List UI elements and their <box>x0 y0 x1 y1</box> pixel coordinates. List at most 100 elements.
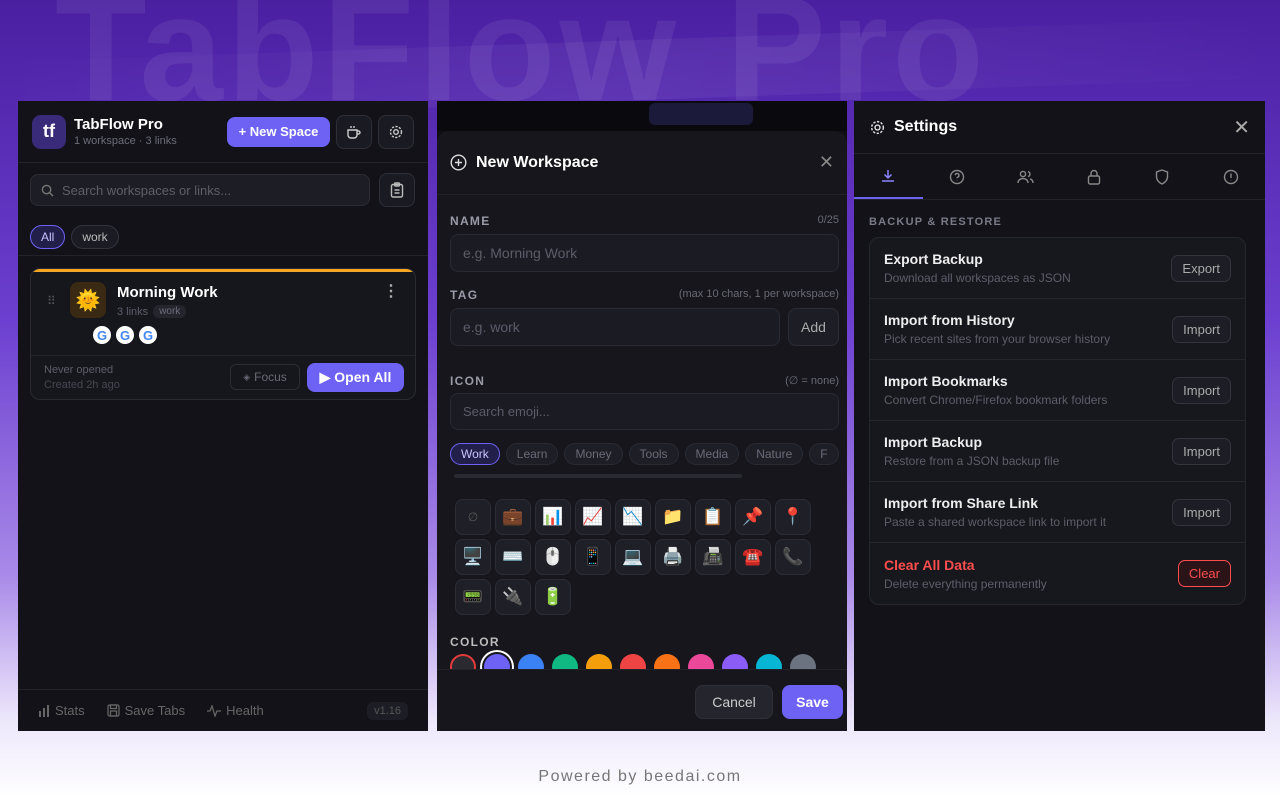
filter-pills: All work <box>30 225 119 249</box>
row-title: Export Backup <box>884 251 983 267</box>
search-input[interactable]: Search workspaces or links... <box>62 183 231 198</box>
gear-icon <box>389 125 403 138</box>
category-tab-more[interactable]: F <box>809 443 839 465</box>
settings-title: Settings <box>894 118 958 135</box>
google-favicon-icon[interactable]: G <box>116 326 134 344</box>
name-input[interactable]: e.g. Morning Work <box>450 234 839 272</box>
settings-row: Clear All Data Delete everything permanen… <box>870 543 1245 604</box>
settings-row: Import from History Pick recent sites fro… <box>870 299 1245 360</box>
emoji-option[interactable]: 📠 <box>695 539 731 575</box>
emoji-option[interactable]: 🔌 <box>495 579 531 615</box>
focus-button[interactable]: ◈ Focus <box>230 364 300 390</box>
cancel-button[interactable]: Cancel <box>695 685 773 719</box>
category-tab-nature[interactable]: Nature <box>745 443 804 465</box>
clear-button[interactable]: Clear <box>1177 560 1231 587</box>
tab-help[interactable] <box>923 154 992 199</box>
color-label: COLOR <box>450 635 500 649</box>
plus-circle-icon <box>450 154 467 171</box>
settings-row: Import Backup Restore from a JSON backup … <box>870 421 1245 482</box>
emoji-option[interactable]: 🖨️ <box>655 539 691 575</box>
emoji-option[interactable]: 📁 <box>655 499 691 535</box>
workspace-card[interactable]: ⠿ 🌞 Morning Work 3 links work ⋮ G G G Ne… <box>30 268 416 400</box>
clipboard-button[interactable] <box>379 173 415 207</box>
row-title: Clear All Data <box>884 556 975 573</box>
backup-options-list: Export Backup Download all workspaces as … <box>869 237 1246 605</box>
drag-handle-icon[interactable]: ⠿ <box>47 294 56 308</box>
modal-footer: Cancel Save <box>437 669 847 731</box>
emoji-option[interactable]: ⌨️ <box>495 539 531 575</box>
import-button[interactable]: Import <box>1172 315 1231 343</box>
tab-security[interactable] <box>1128 154 1197 199</box>
coffee-icon <box>347 125 361 139</box>
row-title: Import Backup <box>884 434 983 450</box>
close-icon[interactable]: ✕ <box>819 152 834 173</box>
tab-privacy[interactable] <box>1060 154 1129 199</box>
tab-about[interactable] <box>1197 154 1266 199</box>
emoji-option[interactable]: 🖱️ <box>535 539 571 575</box>
section-heading: BACKUP & RESTORE <box>869 216 1003 228</box>
save-tabs-button[interactable]: Save Tabs <box>106 703 185 718</box>
emoji-option[interactable]: 💻 <box>615 539 651 575</box>
tag-input[interactable]: e.g. work <box>450 308 780 346</box>
google-favicon-icon[interactable]: G <box>139 326 157 344</box>
app-logo: tf <box>32 114 66 149</box>
settings-header: Settings ✕ <box>854 101 1265 154</box>
tab-backup[interactable] <box>854 154 923 199</box>
emoji-option[interactable]: 📌 <box>735 499 771 535</box>
import-button[interactable]: Import <box>1172 437 1231 465</box>
add-tag-button[interactable]: Add <box>788 308 839 346</box>
import-button[interactable]: Import <box>1172 498 1231 526</box>
filter-work[interactable]: work <box>71 225 119 249</box>
more-menu-icon[interactable]: ⋮ <box>383 284 399 300</box>
row-description: Download all workspaces as JSON <box>884 271 1071 285</box>
health-button[interactable]: Health <box>207 703 264 718</box>
export-button[interactable]: Export <box>1171 254 1231 282</box>
import-button[interactable]: Import <box>1172 376 1231 404</box>
google-favicon-icon[interactable]: G <box>93 326 111 344</box>
close-icon[interactable]: ✕ <box>1233 115 1250 140</box>
version-badge: v1.16 <box>367 701 408 720</box>
emoji-search-input[interactable]: Search emoji... <box>450 393 839 430</box>
workspace-icon: 🌞 <box>70 282 106 318</box>
emoji-option[interactable]: 📱 <box>575 539 611 575</box>
category-tab-work[interactable]: Work <box>450 443 500 465</box>
emoji-option[interactable]: 💼 <box>495 499 531 535</box>
bar-chart-icon <box>39 704 49 717</box>
save-button[interactable]: Save <box>782 685 843 719</box>
coffee-button[interactable] <box>336 114 372 149</box>
emoji-option[interactable]: 🖥️ <box>455 539 491 575</box>
category-tab-learn[interactable]: Learn <box>505 443 559 465</box>
emoji-option[interactable]: 📈 <box>575 499 611 535</box>
category-scrollbar[interactable] <box>454 474 742 478</box>
card-divider <box>31 355 415 356</box>
divider <box>18 255 428 256</box>
stats-label: Stats <box>55 703 85 718</box>
settings-tabs <box>854 154 1265 200</box>
focus-label: Focus <box>254 370 287 384</box>
filter-all[interactable]: All <box>30 225 66 249</box>
stats-button[interactable]: Stats <box>38 703 85 718</box>
open-all-button[interactable]: ▶ Open All <box>307 363 404 392</box>
clipboard-icon <box>390 182 404 198</box>
new-space-button[interactable]: + New Space <box>227 116 330 147</box>
emoji-option[interactable]: 📍 <box>775 499 811 535</box>
search-box[interactable]: Search workspaces or links... <box>30 174 370 206</box>
emoji-option[interactable]: 📉 <box>615 499 651 535</box>
emoji-option[interactable]: 📋 <box>695 499 731 535</box>
emoji-option[interactable]: 🔋 <box>535 579 571 615</box>
gear-icon <box>870 120 885 134</box>
tab-users[interactable] <box>991 154 1060 199</box>
emoji-option[interactable]: 📊 <box>535 499 571 535</box>
row-title: Import Bookmarks <box>884 373 1008 389</box>
emoji-option[interactable]: 📟 <box>455 579 491 615</box>
no-icon-option[interactable]: ∅ <box>455 499 491 535</box>
category-tab-media[interactable]: Media <box>684 443 740 465</box>
emoji-option[interactable]: 📞 <box>775 539 811 575</box>
settings-button[interactable] <box>378 114 414 149</box>
tag-hint: (max 10 chars, 1 per workspace) <box>678 288 839 300</box>
category-tab-tools[interactable]: Tools <box>628 443 679 465</box>
row-description: Delete everything permanently <box>884 576 1047 591</box>
row-description: Pick recent sites from your browser hist… <box>884 332 1111 346</box>
emoji-option[interactable]: ☎️ <box>735 539 771 575</box>
category-tab-money[interactable]: Money <box>564 443 623 465</box>
